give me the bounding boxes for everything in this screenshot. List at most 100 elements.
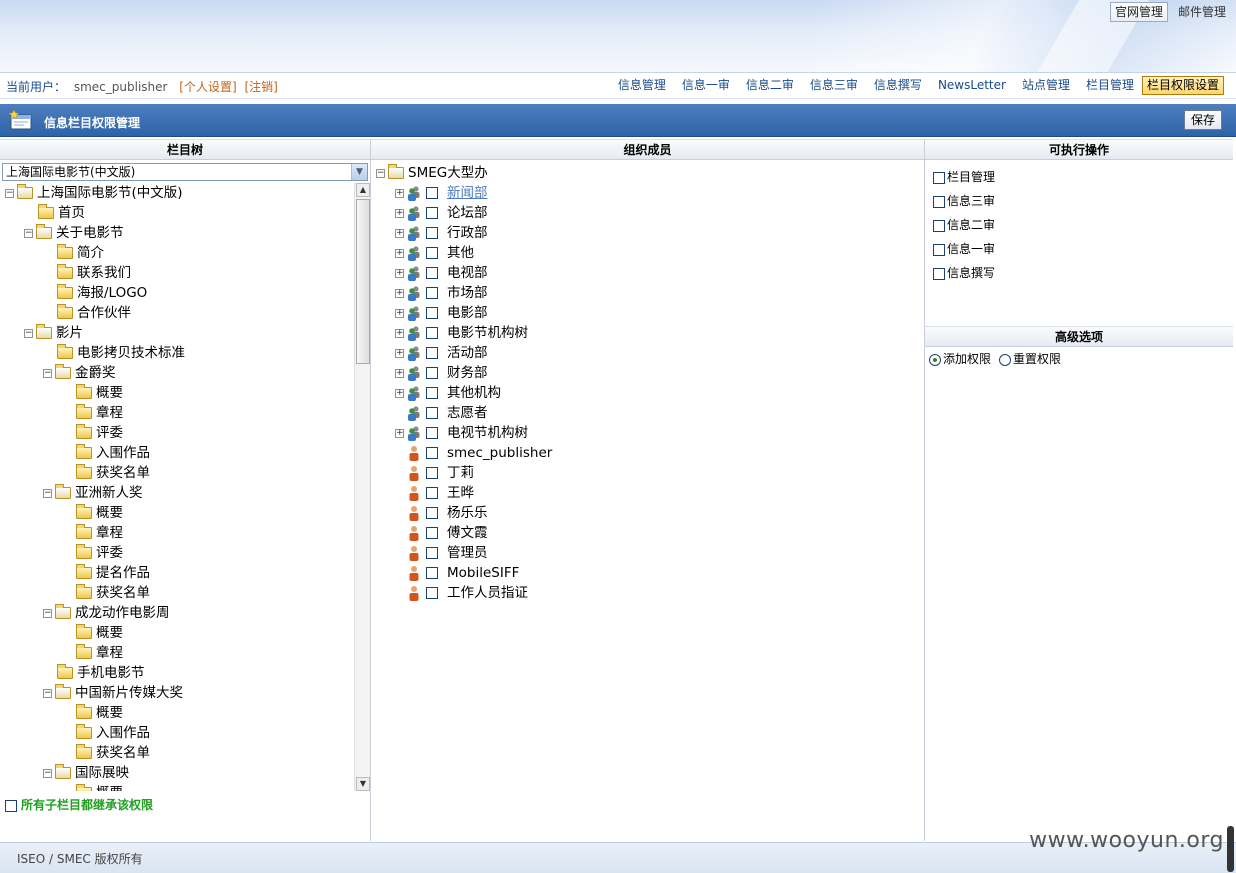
- member-checkbox[interactable]: [426, 407, 438, 419]
- tree-item[interactable]: 概要: [62, 383, 123, 403]
- member-group[interactable]: + 新闻部: [395, 183, 488, 203]
- nav-item[interactable]: 栏目管理: [1078, 76, 1142, 95]
- expand-icon[interactable]: +: [395, 368, 404, 378]
- tree-item[interactable]: 手机电影节: [43, 663, 145, 683]
- scroll-up-icon[interactable]: ▲: [356, 183, 370, 197]
- collapse-icon[interactable]: −: [43, 608, 52, 618]
- tree-item[interactable]: − 关于电影节: [24, 223, 124, 243]
- member-group[interactable]: + 市场部: [395, 283, 488, 303]
- nav-item[interactable]: 站点管理: [1014, 76, 1078, 95]
- org-root[interactable]: − SMEG大型办: [376, 163, 488, 183]
- member-group[interactable]: + 电视节机构树: [395, 423, 528, 443]
- collapse-icon[interactable]: −: [43, 488, 52, 498]
- member-group[interactable]: + 财务部: [395, 363, 488, 383]
- tree-item[interactable]: 章程: [62, 403, 123, 423]
- collapse-icon[interactable]: −: [43, 688, 52, 698]
- expand-icon[interactable]: +: [395, 268, 404, 278]
- reset-permission-option[interactable]: 重置权限: [999, 350, 1061, 367]
- member-user[interactable]: 王晔: [395, 483, 474, 503]
- official-admin-button[interactable]: 官网管理: [1109, 2, 1168, 22]
- member-checkbox[interactable]: [426, 387, 438, 399]
- member-label[interactable]: 新闻部: [447, 185, 488, 201]
- tree-item[interactable]: − 影片: [24, 323, 83, 343]
- expand-icon[interactable]: +: [395, 228, 404, 238]
- member-user[interactable]: MobileSIFF: [395, 563, 519, 583]
- member-user[interactable]: 管理员: [395, 543, 488, 563]
- expand-icon[interactable]: +: [395, 348, 404, 358]
- member-checkbox[interactable]: [426, 247, 438, 259]
- tree-item[interactable]: 章程: [62, 523, 123, 543]
- operation-option[interactable]: 信息撰写: [933, 261, 995, 285]
- collapse-icon[interactable]: −: [24, 228, 33, 238]
- tree-item[interactable]: − 上海国际电影节(中文版): [5, 183, 183, 203]
- member-checkbox[interactable]: [426, 187, 438, 199]
- tree-item[interactable]: 章程: [62, 643, 123, 663]
- member-group[interactable]: + 电影节机构树: [395, 323, 528, 343]
- tree-item[interactable]: 联系我们: [43, 263, 131, 283]
- operation-option[interactable]: 栏目管理: [933, 165, 995, 189]
- tree-item[interactable]: 合作伙伴: [43, 303, 131, 323]
- member-user[interactable]: 工作人员指证: [395, 583, 528, 603]
- tree-item[interactable]: 获奖名单: [62, 463, 150, 483]
- nav-item[interactable]: 信息一审: [674, 76, 738, 95]
- operation-checkbox[interactable]: [933, 219, 945, 232]
- member-user[interactable]: 杨乐乐: [395, 503, 488, 523]
- member-checkbox[interactable]: [426, 287, 438, 299]
- tree-item[interactable]: − 国际展映: [43, 763, 129, 783]
- expand-icon[interactable]: +: [395, 188, 404, 198]
- member-group[interactable]: + 其他机构: [395, 383, 501, 403]
- member-group[interactable]: + 其他: [395, 243, 474, 263]
- member-checkbox[interactable]: [426, 347, 438, 359]
- operation-checkbox[interactable]: [933, 171, 945, 184]
- member-checkbox[interactable]: [426, 547, 438, 559]
- nav-item[interactable]: 信息撰写: [866, 76, 930, 95]
- resize-grip[interactable]: [1227, 826, 1234, 872]
- collapse-icon[interactable]: −: [43, 768, 52, 778]
- operation-checkbox[interactable]: [933, 267, 945, 280]
- tree-item[interactable]: 评委: [62, 543, 123, 563]
- expand-icon[interactable]: +: [395, 248, 404, 258]
- nav-item[interactable]: 信息二审: [738, 76, 802, 95]
- member-checkbox[interactable]: [426, 507, 438, 519]
- tree-item[interactable]: − 中国新片传媒大奖: [43, 683, 183, 703]
- logout-link[interactable]: [注销]: [244, 80, 277, 94]
- operation-checkbox[interactable]: [933, 195, 945, 208]
- tree-item[interactable]: 入围作品: [62, 443, 150, 463]
- tree-item[interactable]: 获奖名单: [62, 743, 150, 763]
- operation-option[interactable]: 信息二审: [933, 213, 995, 237]
- chevron-down-icon[interactable]: ▼: [351, 164, 367, 180]
- collapse-icon[interactable]: −: [43, 368, 52, 378]
- member-checkbox[interactable]: [426, 307, 438, 319]
- tree-item[interactable]: 首页: [24, 203, 85, 223]
- scroll-down-icon[interactable]: ▼: [356, 777, 370, 791]
- collapse-icon[interactable]: −: [5, 188, 14, 198]
- member-group[interactable]: + 论坛部: [395, 203, 488, 223]
- tree-item[interactable]: 入围作品: [62, 723, 150, 743]
- tree-item[interactable]: 简介: [43, 243, 104, 263]
- member-group[interactable]: + 行政部: [395, 223, 488, 243]
- member-checkbox[interactable]: [426, 207, 438, 219]
- member-checkbox[interactable]: [426, 367, 438, 379]
- add-permission-option[interactable]: 添加权限: [929, 350, 991, 367]
- expand-icon[interactable]: +: [395, 428, 404, 438]
- member-checkbox[interactable]: [426, 527, 438, 539]
- member-user[interactable]: 傅文霞: [395, 523, 488, 543]
- member-user[interactable]: 丁莉: [395, 463, 474, 483]
- operation-checkbox[interactable]: [933, 243, 945, 256]
- expand-icon[interactable]: +: [395, 308, 404, 318]
- collapse-icon[interactable]: −: [376, 168, 385, 178]
- tree-item[interactable]: 海报/LOGO: [43, 283, 147, 303]
- tree-item[interactable]: − 成龙动作电影周: [43, 603, 170, 623]
- nav-item[interactable]: 信息三审: [802, 76, 866, 95]
- operation-option[interactable]: 信息一审: [933, 237, 995, 261]
- tree-item[interactable]: 提名作品: [62, 563, 150, 583]
- member-checkbox[interactable]: [426, 427, 438, 439]
- operation-option[interactable]: 信息三审: [933, 189, 995, 213]
- scrollbar-thumb[interactable]: [356, 199, 370, 364]
- tree-item[interactable]: 概要: [62, 783, 123, 791]
- member-user[interactable]: smec_publisher: [395, 443, 552, 463]
- member-checkbox[interactable]: [426, 327, 438, 339]
- member-group[interactable]: + 电视部: [395, 263, 488, 283]
- expand-icon[interactable]: +: [395, 388, 404, 398]
- tree-item[interactable]: 评委: [62, 423, 123, 443]
